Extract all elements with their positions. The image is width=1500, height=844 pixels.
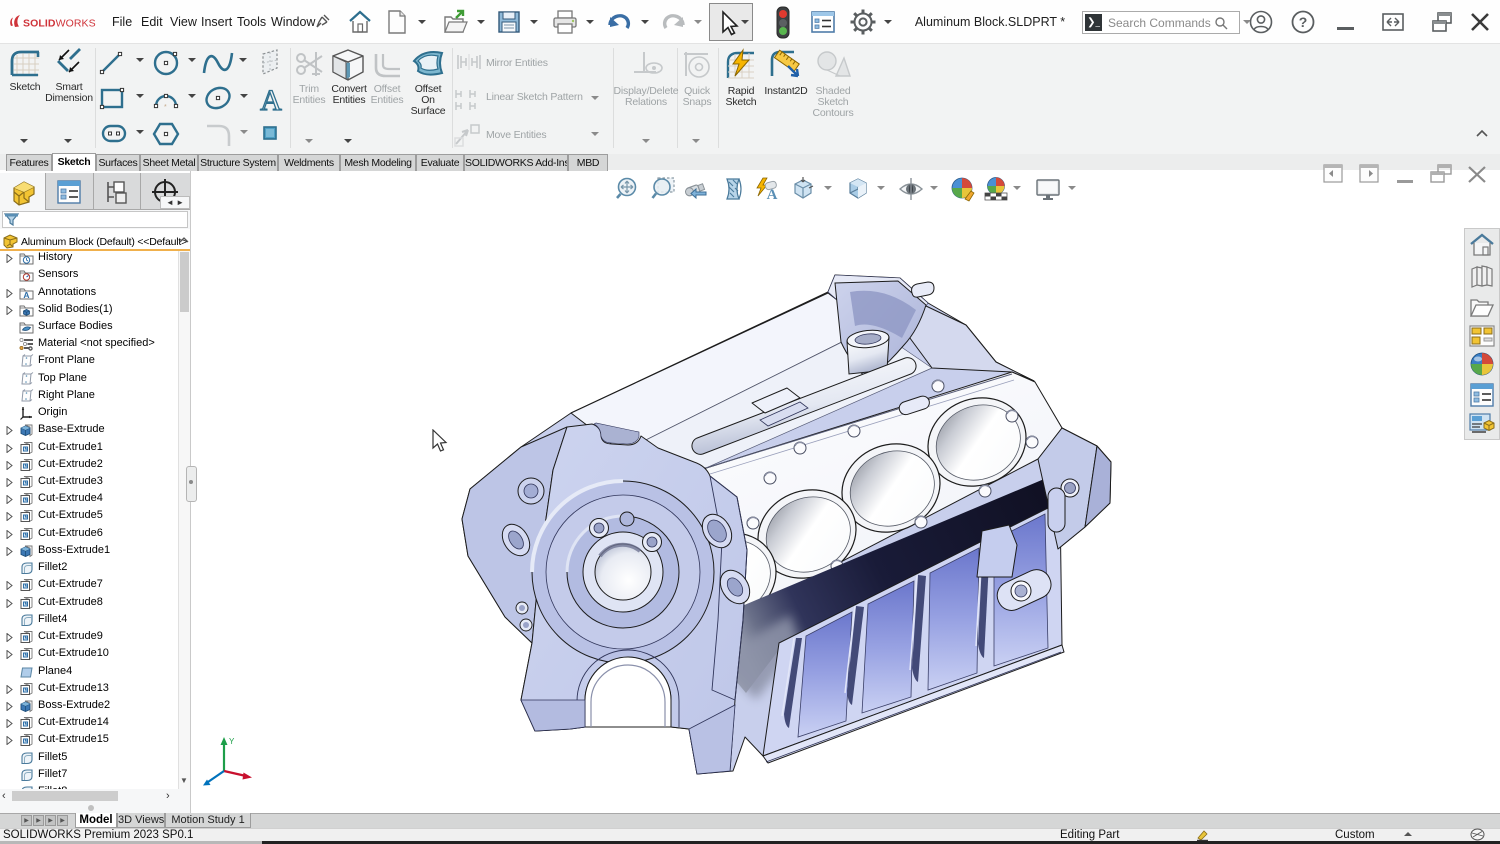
svg-text:SOLIDWORKS: SOLIDWORKS xyxy=(23,18,96,30)
svg-text:*: * xyxy=(164,104,167,111)
svg-text:A: A xyxy=(260,84,282,113)
svg-text:A: A xyxy=(23,290,29,300)
svg-text:?: ? xyxy=(1299,14,1308,30)
svg-text:Y: Y xyxy=(229,737,235,746)
